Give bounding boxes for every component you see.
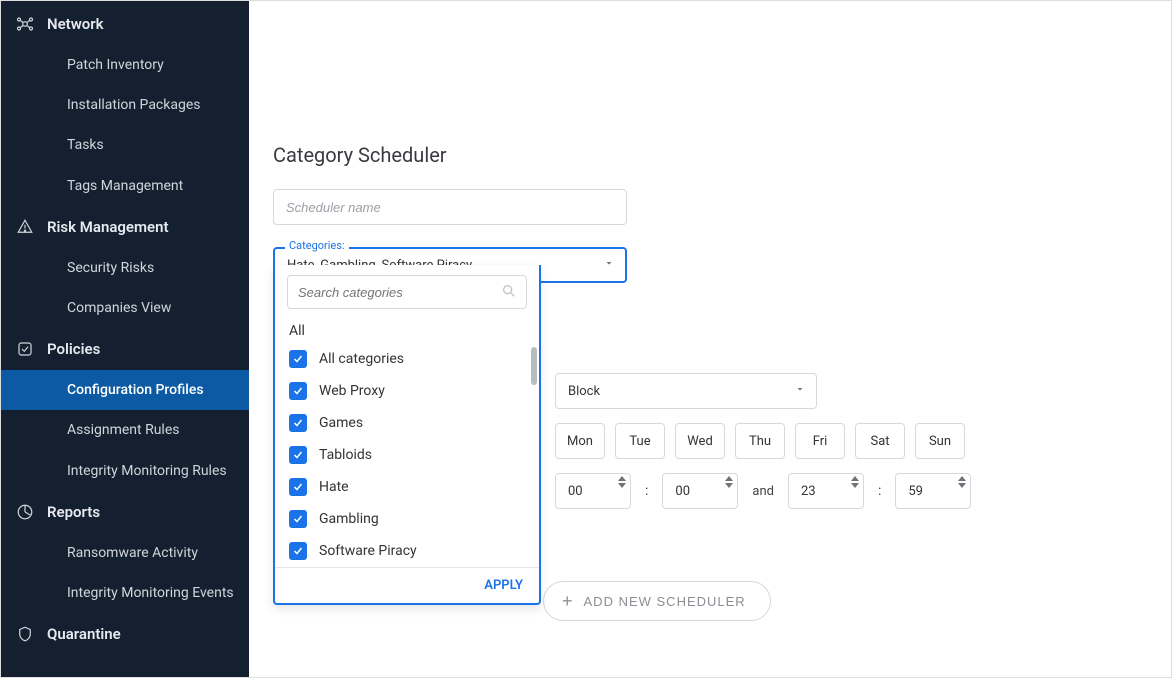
dropdown-item-label: All categories (319, 351, 404, 367)
sidebar-section-network: Network Patch Inventory Installation Pac… (1, 3, 249, 206)
time-row: 00 : 00 and 23 : 59 (555, 473, 1147, 509)
main-area: Category Scheduler Categories: Hate, Gam… (249, 1, 1171, 677)
dropdown-group-label: All (275, 319, 539, 343)
scheduler-name-input[interactable] (273, 189, 627, 225)
dropdown-apply-button[interactable]: APPLY (275, 567, 539, 603)
sidebar-header-risk[interactable]: Risk Management (1, 206, 249, 248)
dropdown-item-all-categories[interactable]: All categories (275, 343, 539, 375)
sidebar-section-policies: Policies Configuration Profiles Assignme… (1, 328, 249, 491)
dropdown-list[interactable]: All categories Web Proxy Games Tabloids … (275, 343, 539, 567)
day-tue[interactable]: Tue (615, 423, 665, 459)
sidebar-header-reports[interactable]: Reports (1, 491, 249, 533)
end-minute-value: 59 (908, 484, 923, 499)
sidebar-section-risk: Risk Management Security Risks Companies… (1, 206, 249, 328)
dropdown-search-input[interactable] (287, 275, 527, 309)
start-hour-spin[interactable]: 00 (555, 473, 631, 509)
page-title: Category Scheduler (273, 143, 1147, 167)
dropdown-item-games[interactable]: Games (275, 407, 539, 439)
sidebar-title-network: Network (47, 15, 104, 33)
dropdown-item-gambling[interactable]: Gambling (275, 503, 539, 535)
app-root: Network Patch Inventory Installation Pac… (1, 1, 1171, 677)
day-fri[interactable]: Fri (795, 423, 845, 459)
reports-icon (15, 502, 35, 522)
policies-icon (15, 339, 35, 359)
day-mon[interactable]: Mon (555, 423, 605, 459)
dropdown-item-label: Hate (319, 479, 349, 495)
time-colon-1: : (645, 483, 648, 499)
day-sat[interactable]: Sat (855, 423, 905, 459)
network-icon (15, 14, 35, 34)
spin-arrows-icon (958, 476, 966, 488)
dropdown-item-hate[interactable]: Hate (275, 471, 539, 503)
sidebar-item-patch-inventory[interactable]: Patch Inventory (1, 45, 249, 85)
action-select[interactable]: Block (555, 373, 817, 409)
dropdown-item-tabloids[interactable]: Tabloids (275, 439, 539, 471)
dropdown-item-label: Tabloids (319, 447, 372, 463)
scheduler-name-wrap (273, 189, 1147, 225)
sidebar-title-reports: Reports (47, 503, 100, 521)
dropdown-item-label: Web Proxy (319, 383, 385, 399)
end-minute-spin[interactable]: 59 (895, 473, 971, 509)
quarantine-icon (15, 624, 35, 644)
action-days-row: Block (555, 373, 1147, 409)
end-hour-spin[interactable]: 23 (788, 473, 864, 509)
day-wed[interactable]: Wed (675, 423, 725, 459)
chevron-down-icon (603, 257, 615, 273)
dropdown-item-label: Gambling (319, 511, 379, 527)
dropdown-item-software-piracy[interactable]: Software Piracy (275, 535, 539, 567)
categories-dropdown: All All categories Web Proxy Games Ta (273, 265, 541, 605)
sidebar-item-installation-packages[interactable]: Installation Packages (1, 85, 249, 125)
sidebar: Network Patch Inventory Installation Pac… (1, 1, 249, 677)
day-thu[interactable]: Thu (735, 423, 785, 459)
action-value: Block (568, 384, 600, 399)
spin-arrows-icon (618, 476, 626, 488)
sidebar-item-ransomware-activity[interactable]: Ransomware Activity (1, 533, 249, 573)
add-new-scheduler-button[interactable]: + ADD NEW SCHEDULER (543, 581, 771, 621)
risk-icon (15, 217, 35, 237)
sidebar-item-security-risks[interactable]: Security Risks (1, 248, 249, 288)
and-label: and (752, 484, 774, 499)
spin-arrows-icon (725, 476, 733, 488)
sidebar-item-integrity-monitoring-events[interactable]: Integrity Monitoring Events (1, 573, 249, 613)
categories-label: Categories: (285, 239, 349, 252)
start-minute-spin[interactable]: 00 (662, 473, 738, 509)
sidebar-item-tags-management[interactable]: Tags Management (1, 166, 249, 206)
checkbox-checked-icon (289, 510, 307, 528)
sidebar-section-reports: Reports Ransomware Activity Integrity Mo… (1, 491, 249, 613)
time-colon-2: : (878, 483, 881, 499)
checkbox-checked-icon (289, 414, 307, 432)
checkbox-checked-icon (289, 350, 307, 368)
plus-icon: + (562, 592, 574, 610)
add-button-label: ADD NEW SCHEDULER (584, 594, 746, 609)
dropdown-item-label: Games (319, 415, 363, 431)
end-hour-value: 23 (801, 484, 816, 499)
dropdown-item-label: Software Piracy (319, 543, 417, 559)
sidebar-title-policies: Policies (47, 340, 100, 358)
sidebar-title-risk: Risk Management (47, 218, 169, 236)
dropdown-search-wrap (275, 265, 539, 319)
sidebar-item-companies-view[interactable]: Companies View (1, 288, 249, 328)
sidebar-item-assignment-rules[interactable]: Assignment Rules (1, 410, 249, 450)
sidebar-title-quarantine: Quarantine (47, 625, 121, 643)
dropdown-item-web-proxy[interactable]: Web Proxy (275, 375, 539, 407)
checkbox-checked-icon (289, 382, 307, 400)
dropdown-scrollbar-thumb[interactable] (531, 347, 537, 385)
days-row: Mon Tue Wed Thu Fri Sat Sun (555, 423, 1147, 459)
spin-arrows-icon (851, 476, 859, 488)
checkbox-checked-icon (289, 542, 307, 560)
sidebar-header-network[interactable]: Network (1, 3, 249, 45)
sidebar-item-integrity-monitoring-rules[interactable]: Integrity Monitoring Rules (1, 451, 249, 491)
start-minute-value: 00 (675, 484, 690, 499)
day-sun[interactable]: Sun (915, 423, 965, 459)
checkbox-checked-icon (289, 478, 307, 496)
start-hour-value: 00 (568, 484, 583, 499)
sidebar-header-quarantine[interactable]: Quarantine (1, 613, 249, 655)
sidebar-item-configuration-profiles[interactable]: Configuration Profiles (1, 370, 249, 410)
sidebar-section-quarantine: Quarantine (1, 613, 249, 655)
sidebar-header-policies[interactable]: Policies (1, 328, 249, 370)
sidebar-item-tasks[interactable]: Tasks (1, 125, 249, 165)
checkbox-checked-icon (289, 446, 307, 464)
chevron-down-icon (794, 383, 806, 399)
